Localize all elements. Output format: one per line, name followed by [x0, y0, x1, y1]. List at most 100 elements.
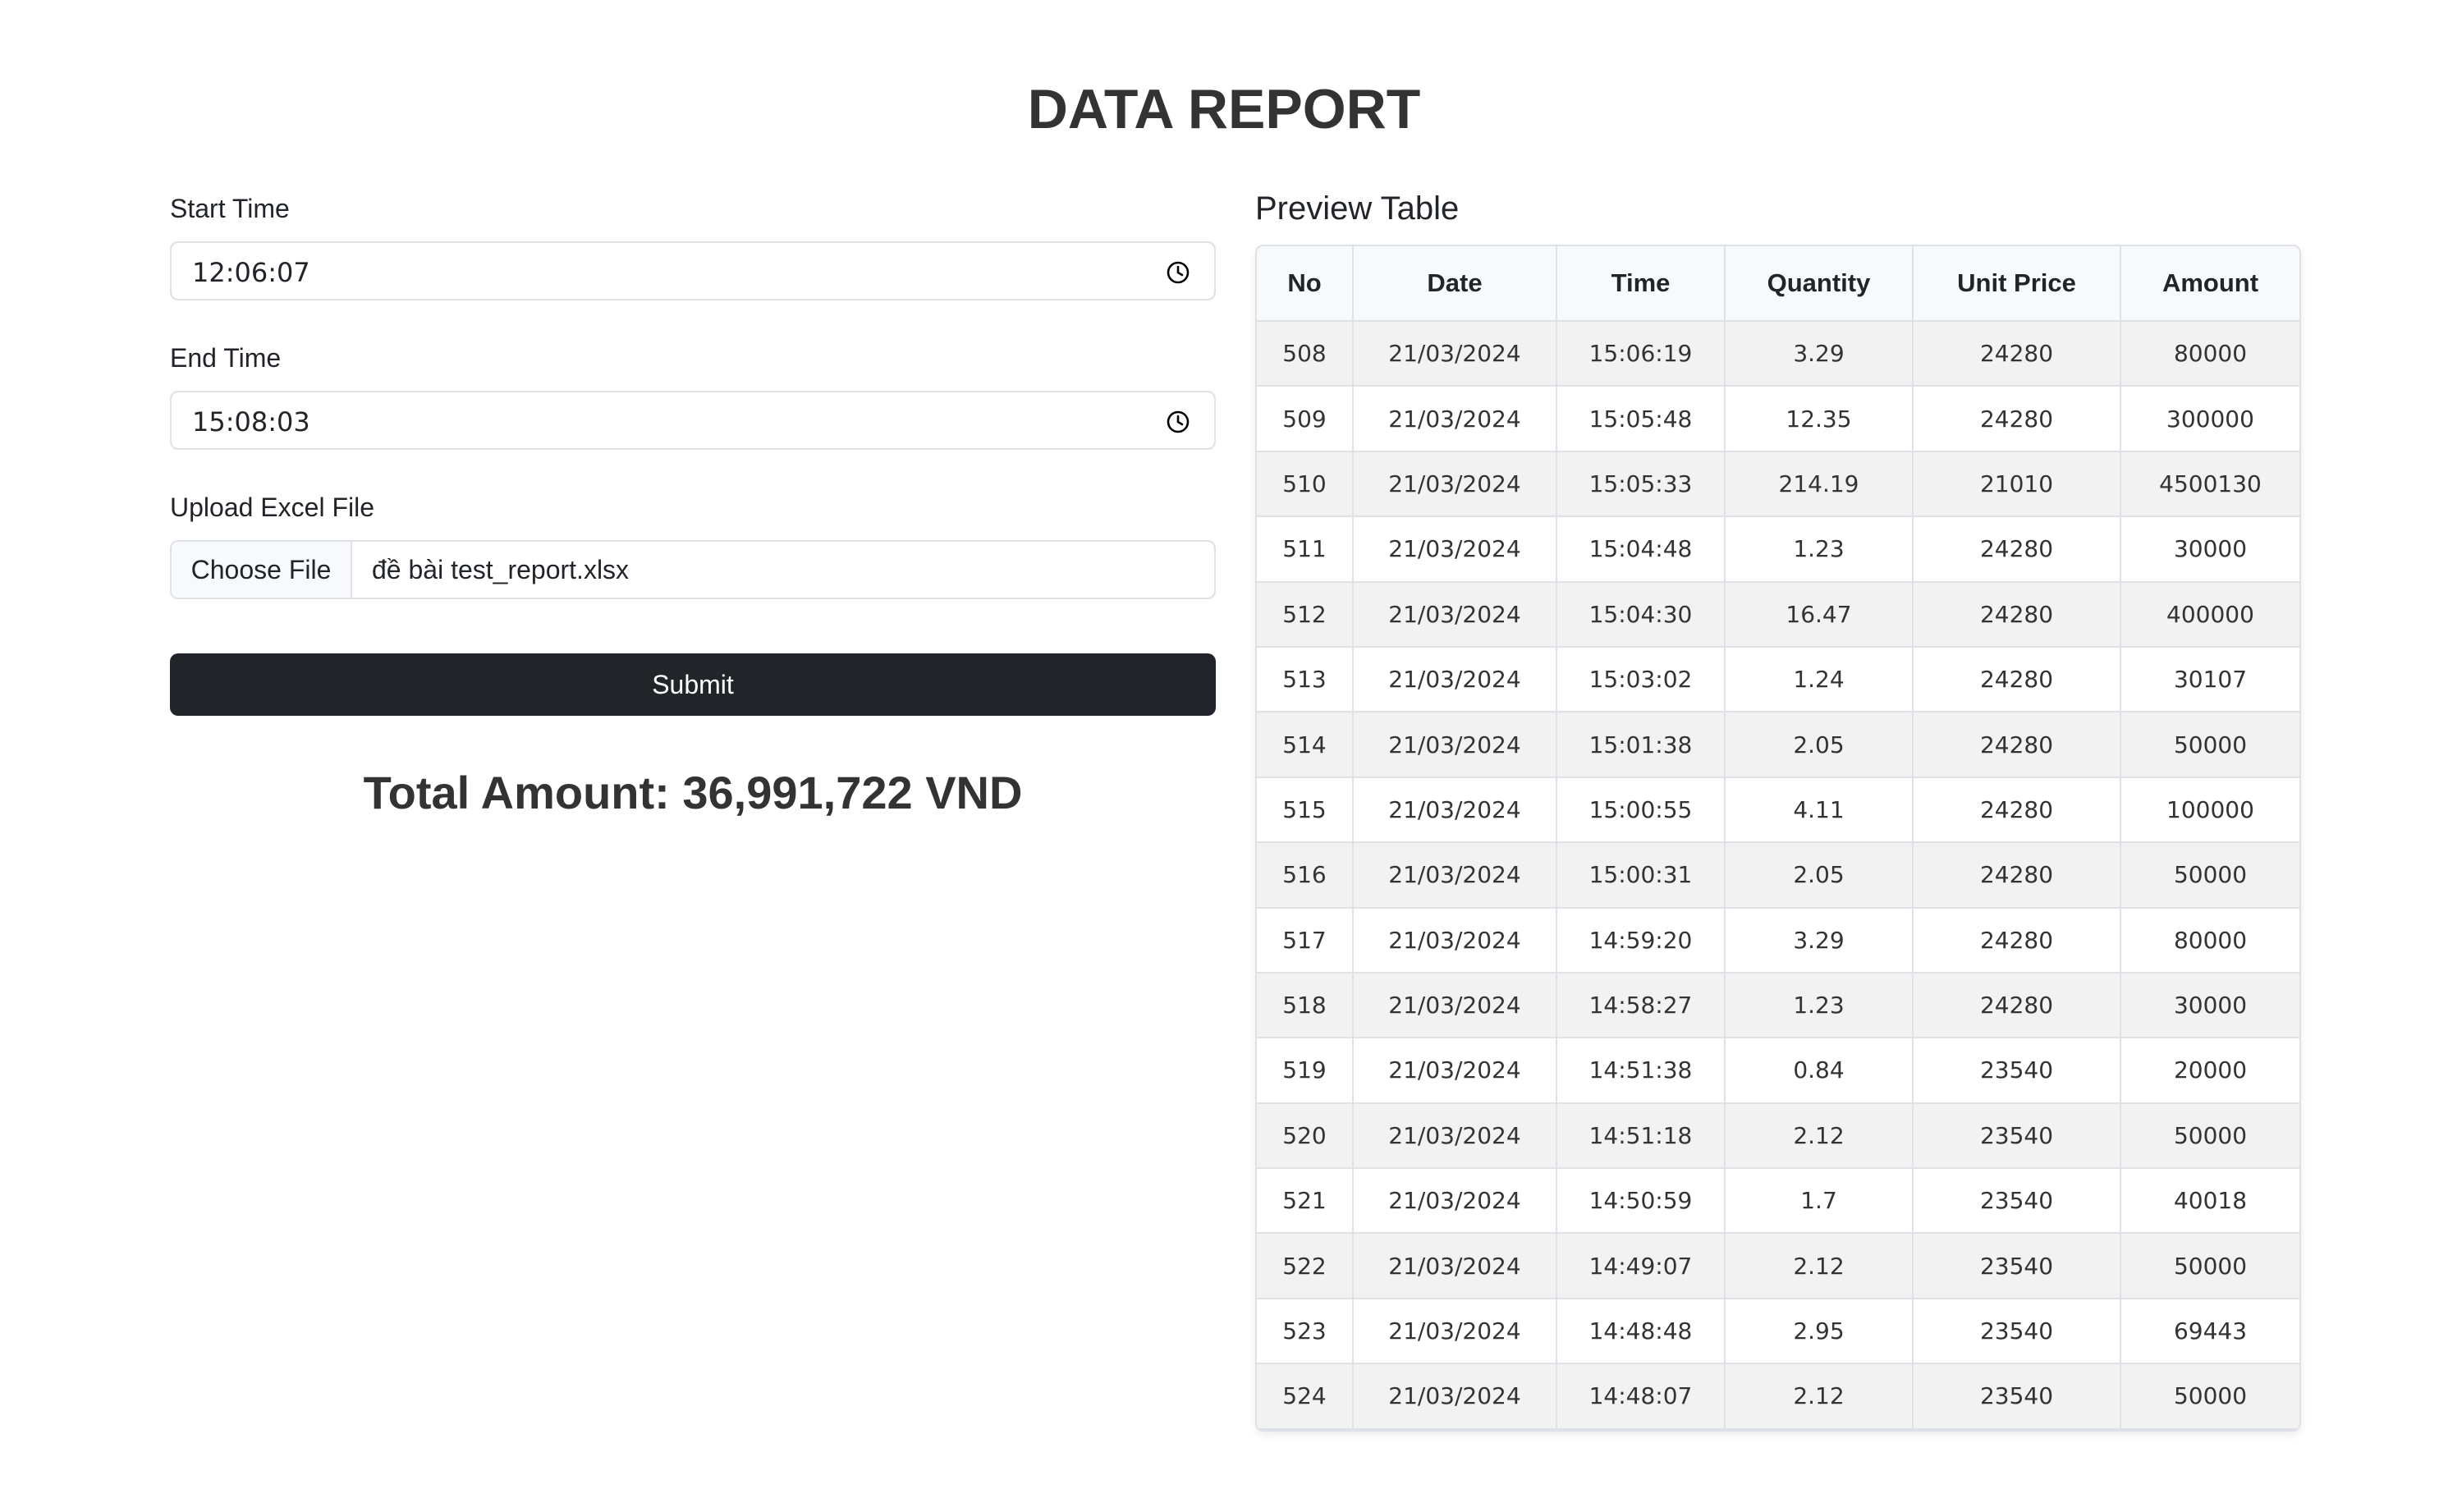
cell-quantity: 2.12: [1724, 1232, 1914, 1299]
cell-time: 14:58:27: [1556, 971, 1726, 1039]
cell-amount: 100000: [2120, 776, 2299, 844]
preview-title: Preview Table: [1255, 190, 1460, 227]
column-header-amount: Amount: [2120, 246, 2299, 322]
cell-date: 21/03/2024: [1352, 906, 1557, 974]
cell-unit-price: 23540: [1912, 1167, 2121, 1235]
cell-date: 21/03/2024: [1352, 1232, 1557, 1299]
end-time-input[interactable]: 15:08:03: [170, 391, 1216, 450]
file-upload-input[interactable]: Choose File đề bài test_report.xlsx: [170, 540, 1216, 599]
column-header-unit-price: Unit Price: [1912, 246, 2121, 322]
cell-no: 523: [1257, 1297, 1354, 1365]
cell-no: 509: [1257, 385, 1354, 452]
cell-amount: 80000: [2120, 319, 2299, 387]
cell-unit-price: 23540: [1912, 1297, 2121, 1365]
cell-unit-price: 24280: [1912, 971, 2121, 1039]
table-header-row: No Date Time Quantity Unit Price Amount: [1257, 246, 2299, 322]
cell-date: 21/03/2024: [1352, 645, 1557, 713]
cell-time: 14:50:59: [1556, 1167, 1726, 1235]
cell-time: 15:00:31: [1556, 841, 1726, 909]
cell-date: 21/03/2024: [1352, 515, 1557, 583]
cell-date: 21/03/2024: [1352, 385, 1557, 452]
column-header-quantity: Quantity: [1724, 246, 1914, 322]
table-row: 513 21/03/2024 15:03:02 1.24 24280 30107: [1257, 645, 2299, 713]
preview-panel: Preview Table No Date Time Quantity Unit…: [1255, 187, 2301, 1432]
page-title: DATA REPORT: [1027, 78, 1421, 140]
column-header-date: Date: [1352, 246, 1557, 322]
cell-unit-price: 23540: [1912, 1232, 2121, 1299]
cell-unit-price: 24280: [1912, 711, 2121, 778]
table-row: 521 21/03/2024 14:50:59 1.7 23540 40018: [1257, 1167, 2299, 1235]
cell-quantity: 2.12: [1724, 1363, 1914, 1430]
table-row: 522 21/03/2024 14:49:07 2.12 23540 50000: [1257, 1232, 2299, 1299]
cell-unit-price: 24280: [1912, 319, 2121, 387]
cell-amount: 50000: [2120, 711, 2299, 778]
cell-no: 524: [1257, 1363, 1354, 1430]
cell-date: 21/03/2024: [1352, 450, 1557, 518]
cell-amount: 80000: [2120, 906, 2299, 974]
cell-time: 15:01:38: [1556, 711, 1726, 778]
cell-date: 21/03/2024: [1352, 1167, 1557, 1235]
cell-amount: 4500130: [2120, 450, 2299, 518]
cell-no: 518: [1257, 971, 1354, 1039]
cell-no: 519: [1257, 1037, 1354, 1104]
cell-no: 522: [1257, 1232, 1354, 1299]
cell-quantity: 2.12: [1724, 1102, 1914, 1170]
cell-date: 21/03/2024: [1352, 319, 1557, 387]
clock-icon[interactable]: [1165, 409, 1191, 435]
cell-unit-price: 24280: [1912, 776, 2121, 844]
start-time-input[interactable]: 12:06:07: [170, 241, 1216, 300]
cell-time: 14:51:18: [1556, 1102, 1726, 1170]
cell-amount: 30000: [2120, 971, 2299, 1039]
cell-time: 15:05:48: [1556, 385, 1726, 452]
cell-amount: 50000: [2120, 1363, 2299, 1430]
cell-date: 21/03/2024: [1352, 776, 1557, 844]
cell-no: 510: [1257, 450, 1354, 518]
cell-unit-price: 24280: [1912, 645, 2121, 713]
cell-quantity: 4.11: [1724, 776, 1914, 844]
cell-quantity: 214.19: [1724, 450, 1914, 518]
cell-date: 21/03/2024: [1352, 1297, 1557, 1365]
cell-amount: 50000: [2120, 1102, 2299, 1170]
table-row: 518 21/03/2024 14:58:27 1.23 24280 30000: [1257, 971, 2299, 1039]
cell-amount: 50000: [2120, 1232, 2299, 1299]
cell-no: 513: [1257, 645, 1354, 713]
cell-date: 21/03/2024: [1352, 1363, 1557, 1430]
cell-no: 508: [1257, 319, 1354, 387]
cell-time: 14:48:48: [1556, 1297, 1726, 1365]
cell-date: 21/03/2024: [1352, 1037, 1557, 1104]
start-time-value: 12:06:07: [192, 257, 310, 288]
total-amount: Total Amount: 36,991,722 VND: [363, 767, 1023, 818]
choose-file-button[interactable]: Choose File: [172, 542, 352, 598]
cell-amount: 400000: [2120, 580, 2299, 648]
cell-time: 14:49:07: [1556, 1232, 1726, 1299]
table-row: 508 21/03/2024 15:06:19 3.29 24280 80000: [1257, 319, 2299, 387]
clock-icon[interactable]: [1165, 259, 1191, 286]
cell-date: 21/03/2024: [1352, 711, 1557, 778]
cell-amount: 30000: [2120, 515, 2299, 583]
table-row: 516 21/03/2024 15:00:31 2.05 24280 50000: [1257, 841, 2299, 909]
cell-time: 14:59:20: [1556, 906, 1726, 974]
column-header-no: No: [1257, 246, 1354, 322]
cell-quantity: 1.23: [1724, 515, 1914, 583]
cell-date: 21/03/2024: [1352, 1102, 1557, 1170]
cell-amount: 20000: [2120, 1037, 2299, 1104]
cell-unit-price: 24280: [1912, 841, 2121, 909]
table-row: 514 21/03/2024 15:01:38 2.05 24280 50000: [1257, 711, 2299, 778]
cell-time: 14:48:07: [1556, 1363, 1726, 1430]
cell-quantity: 1.24: [1724, 645, 1914, 713]
cell-unit-price: 24280: [1912, 515, 2121, 583]
table-row: 523 21/03/2024 14:48:48 2.95 23540 69443: [1257, 1297, 2299, 1365]
cell-unit-price: 23540: [1912, 1363, 2121, 1430]
table-row: 511 21/03/2024 15:04:48 1.23 24280 30000: [1257, 515, 2299, 583]
cell-quantity: 3.29: [1724, 906, 1914, 974]
table-body: 508 21/03/2024 15:06:19 3.29 24280 80000 509 21…: [1257, 319, 2299, 1430]
submit-button[interactable]: Submit: [170, 653, 1216, 716]
cell-time: 15:04:48: [1556, 515, 1726, 583]
cell-date: 21/03/2024: [1352, 580, 1557, 648]
cell-no: 512: [1257, 580, 1354, 648]
cell-time: 15:05:33: [1556, 450, 1726, 518]
cell-unit-price: 23540: [1912, 1102, 2121, 1170]
cell-unit-price: 24280: [1912, 580, 2121, 648]
cell-no: 511: [1257, 515, 1354, 583]
table-row: 517 21/03/2024 14:59:20 3.29 24280 80000: [1257, 906, 2299, 974]
